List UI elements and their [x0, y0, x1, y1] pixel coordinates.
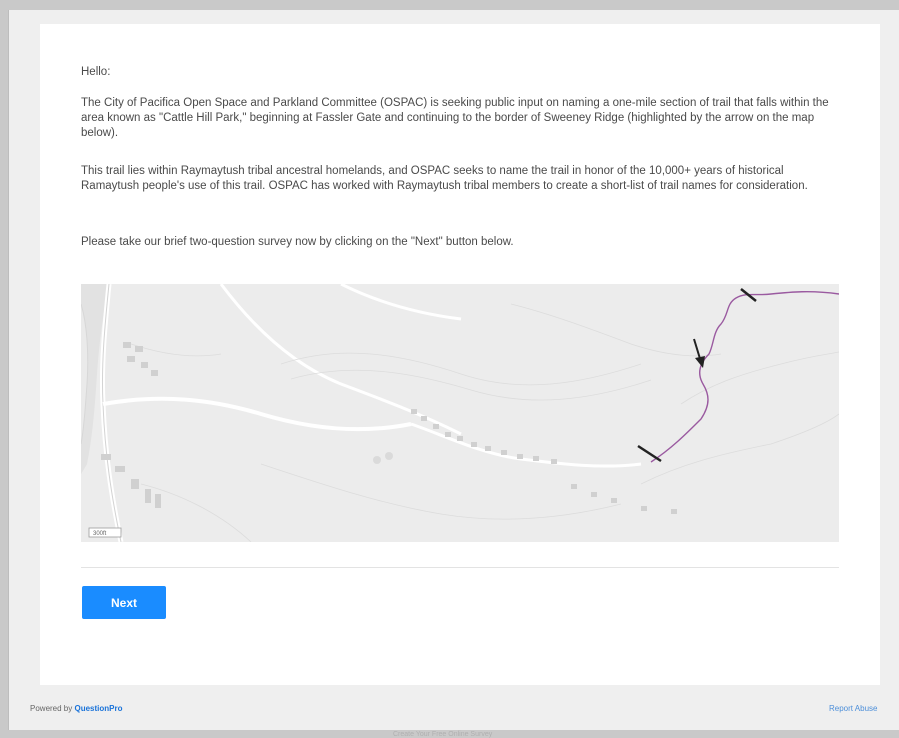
- powered-by-text: Powered by: [30, 704, 73, 713]
- trail-map: 300ft: [81, 284, 839, 542]
- trail-map-graphic: 300ft: [81, 284, 839, 542]
- page-frame: Hello: The City of Pacifica Open Space a…: [8, 10, 899, 738]
- divider: [81, 567, 839, 568]
- scale-label: 300ft: [93, 531, 107, 537]
- create-survey-link[interactable]: Create Your Free Online Survey: [393, 731, 492, 738]
- intro-paragraph: The City of Pacifica Open Space and Park…: [81, 97, 829, 139]
- survey-card: Hello: The City of Pacifica Open Space a…: [40, 24, 880, 685]
- questionpro-link[interactable]: QuestionPro: [74, 704, 122, 713]
- history-paragraph: This trail lies within Raymaytush tribal…: [81, 165, 808, 192]
- powered-by: Powered by QuestionPro: [30, 704, 123, 713]
- greeting-text: Hello:: [81, 66, 111, 78]
- report-abuse-link[interactable]: Report Abuse: [829, 704, 877, 713]
- next-button[interactable]: Next: [82, 586, 166, 619]
- instruction-paragraph: Please take our brief two-question surve…: [81, 236, 514, 248]
